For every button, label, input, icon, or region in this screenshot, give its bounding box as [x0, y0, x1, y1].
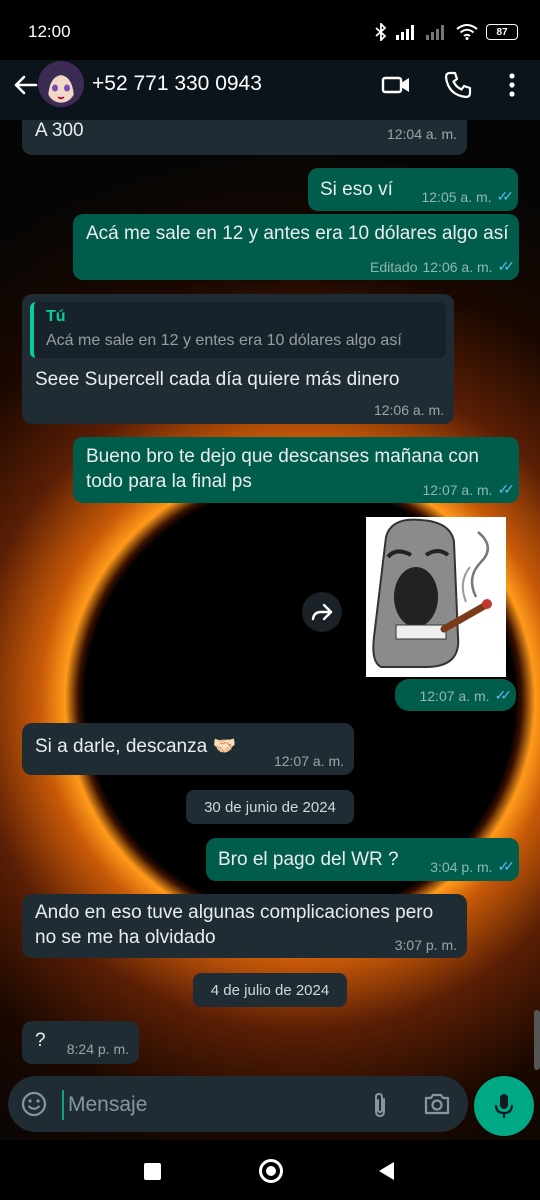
read-ticks-icon: ✓✓ [496, 188, 515, 204]
camera-icon[interactable] [423, 1091, 451, 1117]
message-outgoing[interactable]: Bueno bro te dejo que descanses mañana c… [73, 437, 519, 503]
home-button[interactable] [259, 1159, 283, 1183]
message-text: Seee Supercell cada día quiere más diner… [35, 369, 400, 390]
message-time: 12:07 a. m. ✓✓ [419, 687, 513, 704]
quote-author: Tú [46, 308, 66, 325]
message-incoming-reply[interactable]: Tú Acá me sale en 12 y entes era 10 dóla… [22, 294, 454, 424]
message-incoming[interactable]: ? 8:24 p. m. [22, 1021, 139, 1064]
signal-icon [396, 25, 414, 40]
more-vert-icon[interactable] [497, 70, 527, 100]
forward-icon [311, 603, 333, 621]
message-time: 12:04 a. m. [386, 126, 457, 142]
message-incoming[interactable]: Si a darle, descanza 🤝🏻 12:07 a. m. [22, 723, 354, 775]
message-time: Editado 12:06 a. m. ✓✓ [370, 258, 516, 275]
bluetooth-icon [375, 23, 387, 41]
message-outgoing[interactable]: Acá me sale en 12 y antes era 10 dólares… [73, 214, 519, 280]
video-call-icon[interactable] [381, 70, 411, 100]
quote-text: Acá me sale en 12 y entes era 10 dólares… [46, 332, 402, 349]
attach-icon[interactable] [370, 1091, 390, 1119]
back-arrow-icon[interactable] [8, 68, 42, 102]
message-incoming[interactable]: Ando en eso tuve algunas complicaciones … [22, 894, 467, 958]
wifi-icon [456, 24, 478, 40]
contact-name[interactable]: +52 771 330 0943 [92, 72, 262, 96]
scrollbar[interactable] [534, 1010, 540, 1070]
mic-icon [494, 1094, 514, 1118]
edited-label: Editado [370, 258, 418, 275]
system-nav-bar [0, 1140, 540, 1200]
message-text: Bro el pago del WR ? [218, 849, 399, 870]
message-text: Si eso ví [320, 179, 393, 200]
message-outgoing[interactable]: Si eso ví 12:05 a. m. ✓✓ [308, 168, 518, 211]
battery-icon: 87 [486, 24, 518, 40]
message-sticker-meta: 12:07 a. m. ✓✓ [395, 679, 516, 711]
read-ticks-icon: ✓✓ [494, 687, 513, 703]
message-time: 12:05 a. m. ✓✓ [421, 188, 515, 205]
status-icons: 87 [374, 22, 518, 42]
message-input[interactable] [62, 1090, 352, 1120]
message-time: 3:07 p. m. [394, 937, 457, 953]
message-time: 3:04 p. m. ✓✓ [430, 858, 516, 875]
message-time: 12:07 a. m. [273, 753, 344, 769]
message-text: Ando en eso tuve algunas complicaciones … [35, 902, 434, 948]
message-text: Si a darle, descanza 🤝🏻 [35, 736, 237, 757]
signal-2-icon [426, 25, 444, 40]
read-ticks-icon: ✓✓ [497, 258, 516, 274]
read-ticks-icon: ✓✓ [497, 858, 516, 874]
message-text: A 300 [35, 120, 84, 141]
sticker-image[interactable] [366, 517, 506, 677]
forward-button[interactable] [302, 592, 342, 632]
message-text: ? [35, 1030, 46, 1051]
status-bar: 12:00 87 [0, 0, 540, 60]
avatar[interactable] [38, 61, 84, 107]
message-outgoing[interactable]: Bro el pago del WR ? 3:04 p. m. ✓✓ [206, 838, 519, 881]
message-incoming[interactable]: A 300 12:04 a. m. [22, 120, 467, 155]
recents-button[interactable] [144, 1163, 161, 1180]
back-nav-icon[interactable] [376, 1160, 396, 1182]
status-time: 12:00 [28, 22, 71, 41]
message-time: 8:24 p. m. [66, 1041, 129, 1057]
message-time: 12:07 a. m. ✓✓ [422, 481, 516, 498]
phone-icon[interactable] [443, 70, 473, 100]
emoji-icon[interactable] [21, 1091, 47, 1117]
mic-button[interactable] [474, 1076, 534, 1136]
date-separator: 4 de julio de 2024 [193, 973, 347, 1007]
message-composer [8, 1076, 468, 1132]
quoted-message[interactable]: Tú Acá me sale en 12 y entes era 10 dóla… [30, 302, 446, 358]
read-ticks-icon: ✓✓ [497, 481, 516, 497]
message-text: Acá me sale en 12 y antes era 10 dólares… [86, 223, 509, 244]
message-time: 12:06 a. m. [373, 402, 444, 418]
date-separator: 30 de junio de 2024 [186, 790, 354, 824]
